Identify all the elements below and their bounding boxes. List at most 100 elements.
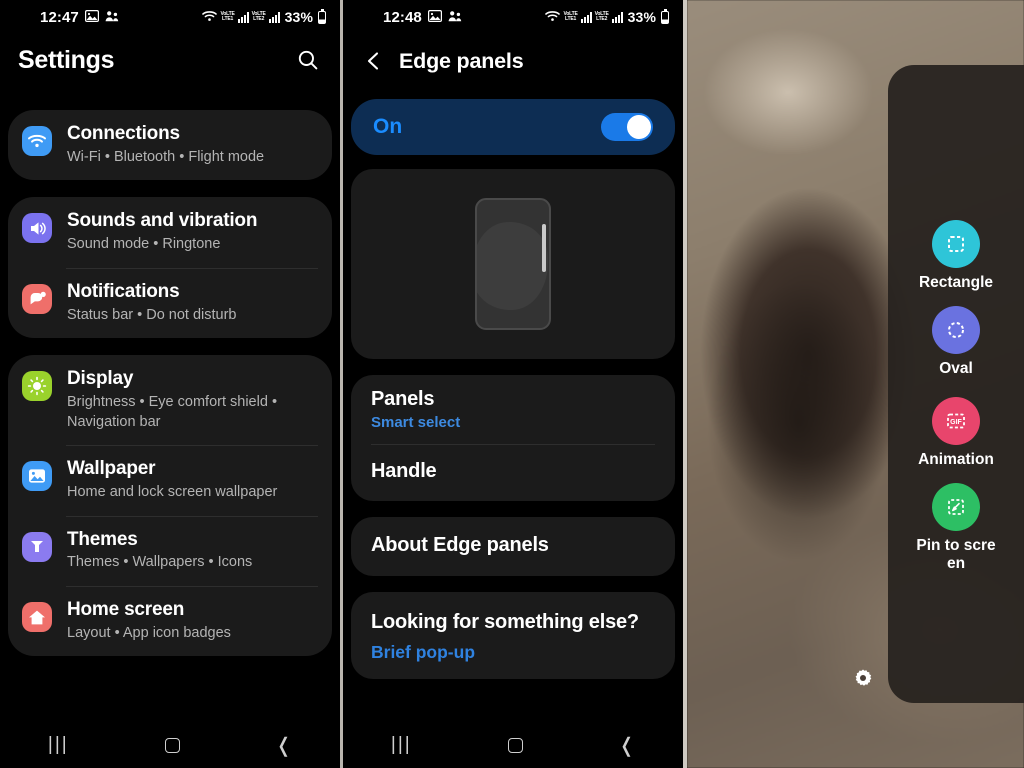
row-subtitle: Brightness • Eye comfort shield • Naviga… <box>67 394 278 430</box>
wifi-icon <box>22 126 52 156</box>
edge-panels-toggle[interactable] <box>601 113 653 141</box>
smart-select-animation[interactable]: GIF Animation <box>888 396 1024 469</box>
smart-select-edge-panel-screen: Rectangle Oval GIF Animation Pin to scre… <box>687 0 1024 768</box>
home-square-icon[interactable] <box>507 737 523 753</box>
navigation-bar: ||| ❬ <box>343 722 683 768</box>
smart-select-oval[interactable]: Oval <box>888 306 1024 378</box>
themes-icon <box>22 531 52 562</box>
rectangle-select-icon <box>932 220 980 268</box>
row-title: Panels <box>371 388 435 410</box>
image-icon <box>427 9 442 26</box>
row-text: Home screen Layout • App icon badges <box>52 599 231 643</box>
share-people-icon <box>448 9 463 26</box>
home-icon <box>22 602 52 632</box>
row-text: Display Brightness • Eye comfort shield … <box>52 368 318 432</box>
brief-popup-link[interactable]: Brief pop-up <box>371 642 655 663</box>
row-subtitle: Sound mode • Ringtone <box>67 236 221 253</box>
sidebar-item-notifications[interactable]: Notifications Status bar • Do not distur… <box>8 267 332 338</box>
row-title: Display <box>67 368 134 390</box>
smart-select-rectangle[interactable]: Rectangle <box>888 220 1024 292</box>
row-title: Notifications <box>67 280 180 302</box>
wallpaper-icon <box>22 461 52 492</box>
row-panels[interactable]: Panels Smart select <box>351 375 675 444</box>
sidebar-item-home-screen[interactable]: Home screen Layout • App icon badges <box>8 586 332 656</box>
search-icon[interactable] <box>294 46 322 74</box>
row-looking-for-something-else: Looking for something else? Brief pop-up <box>351 592 675 679</box>
settings-card: Sounds and vibration Sound mode • Ringto… <box>8 197 332 339</box>
sidebar-item-themes[interactable]: Themes Themes • Wallpapers • Icons <box>8 515 332 586</box>
sidebar-item-sounds-and-vibration[interactable]: Sounds and vibration Sound mode • Ringto… <box>8 197 332 267</box>
row-text: Wallpaper Home and lock screen wallpaper <box>52 458 277 502</box>
sidebar-item-wallpaper[interactable]: Wallpaper Home and lock screen wallpaper <box>8 445 332 515</box>
signal-bars-sim1-icon <box>237 11 249 23</box>
back-chevron-icon[interactable]: ❬ <box>275 733 292 758</box>
sidebar-item-display[interactable]: Display Brightness • Eye comfort shield … <box>8 355 332 445</box>
about-edge-panels-card: About Edge panels <box>351 517 675 576</box>
volte-sim1-badge: VoLTE LTE1 <box>220 11 235 22</box>
status-bar-right-group: VoLTE LTE1 VoLTE LTE2 33% <box>545 8 683 26</box>
row-title: Themes <box>67 528 138 550</box>
settings-card: Connections Wi-Fi • Bluetooth • Flight m… <box>8 110 332 181</box>
tool-label: Rectangle <box>918 274 994 291</box>
row-title: Home screen <box>67 599 185 620</box>
navigation-bar: ||| ❬ <box>0 722 340 768</box>
row-text: Connections Wi-Fi • Bluetooth • Flight m… <box>52 123 264 167</box>
edge-panels-content: On Panels Smart select Handle About Edge… <box>343 99 683 679</box>
settings-card-list: Connections Wi-Fi • Bluetooth • Flight m… <box>0 110 340 673</box>
home-square-icon[interactable] <box>164 737 180 753</box>
back-button[interactable] <box>363 50 385 72</box>
panels-settings-card: Panels Smart select Handle <box>351 375 675 501</box>
row-subtitle: Status bar • Do not disturb <box>67 306 237 323</box>
smart-select-pin-to-screen[interactable]: Pin to screen <box>888 482 1024 574</box>
status-time: 12:48 <box>383 8 422 26</box>
toggle-label: On <box>373 115 403 138</box>
sidebar-item-connections[interactable]: Connections Wi-Fi • Bluetooth • Flight m… <box>8 110 332 180</box>
status-time: 12:47 <box>40 8 79 26</box>
toggle-knob <box>627 115 651 139</box>
status-bar-mid: 12:48 VoLTE LTE1 VoLTE LTE2 33% <box>343 0 683 34</box>
battery-icon <box>318 8 326 24</box>
row-handle[interactable]: Handle <box>351 444 675 501</box>
row-subtitle: Themes • Wallpapers • Icons <box>67 554 253 571</box>
battery-icon <box>661 8 669 24</box>
pin-icon <box>932 482 980 531</box>
row-title: Handle <box>371 460 437 482</box>
row-title: Sounds and vibration <box>67 210 258 232</box>
notification-icon <box>22 283 52 314</box>
page-title: Edge panels <box>399 48 524 73</box>
recents-icon[interactable]: ||| <box>48 734 69 756</box>
gif-icon: GIF <box>932 396 980 445</box>
edge-panels-toggle-row[interactable]: On <box>351 99 675 155</box>
three-phone-screenshots: 12:47 VoLTE LTE1 VoLTE LTE2 33% Settings… <box>0 0 1024 768</box>
recents-icon[interactable]: ||| <box>391 734 412 756</box>
row-text: Notifications Status bar • Do not distur… <box>52 281 237 325</box>
edge-panels-header: Edge panels <box>343 38 683 84</box>
row-subtitle: Home and lock screen wallpaper <box>67 484 278 501</box>
row-subtitle: Wi-Fi • Bluetooth • Flight mode <box>67 148 265 165</box>
preview-wave-shape <box>477 217 549 315</box>
row-subtitle: Layout • App icon badges <box>67 624 231 641</box>
settings-header: Settings <box>0 38 340 82</box>
volte-sim2-badge: VoLTE LTE2 <box>594 11 609 22</box>
row-about-edge-panels[interactable]: About Edge panels <box>351 517 675 576</box>
phone-preview-illustration <box>475 198 551 330</box>
status-bar-left-group: 12:47 <box>0 9 120 26</box>
edge-panel-preview-card <box>351 169 675 359</box>
speaker-icon <box>22 213 52 244</box>
smart-select-tool-list: Rectangle Oval GIF Animation Pin to scre… <box>888 220 1024 587</box>
battery-percent: 33% <box>284 9 313 25</box>
page-title: Settings <box>18 45 115 74</box>
card-heading: Looking for something else? <box>371 611 639 633</box>
settings-card: Display Brightness • Eye comfort shield … <box>8 355 332 657</box>
row-title: Connections <box>67 123 180 144</box>
volte-sim2-badge: VoLTE LTE2 <box>251 11 266 22</box>
signal-bars-sim2-icon <box>268 11 280 23</box>
volte-sim1-badge: VoLTE LTE1 <box>563 11 578 22</box>
row-text: Sounds and vibration Sound mode • Ringto… <box>52 210 257 254</box>
edge-panels-screen: 12:48 VoLTE LTE1 VoLTE LTE2 33% Edge pan… <box>343 0 683 768</box>
tool-label: Oval <box>939 360 973 378</box>
settings-screen: 12:47 VoLTE LTE1 VoLTE LTE2 33% Settings… <box>0 0 340 768</box>
battery-percent: 33% <box>627 9 656 25</box>
gear-icon[interactable] <box>853 668 873 688</box>
back-chevron-icon[interactable]: ❬ <box>618 733 635 758</box>
